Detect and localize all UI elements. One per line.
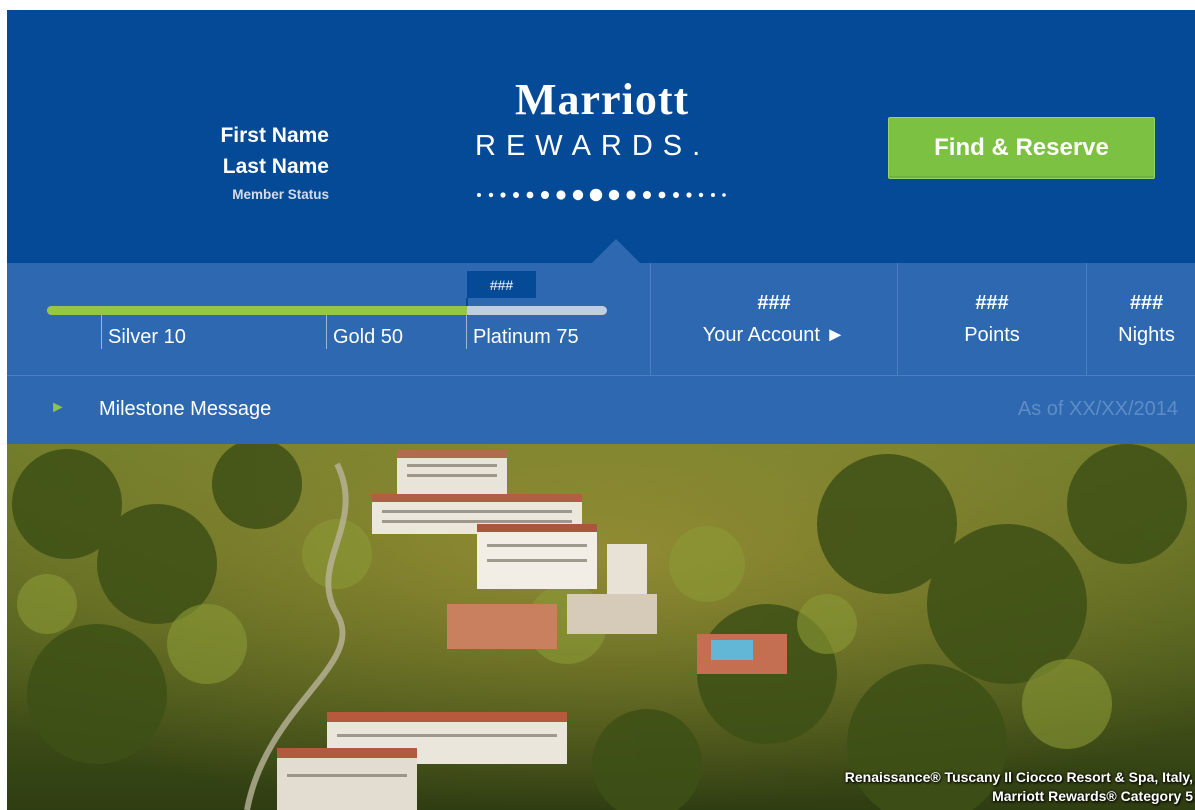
find-reserve-button[interactable]: Find & Reserve [888, 117, 1155, 179]
photo-caption: Renaissance® Tuscany Il Ciocco Resort & … [845, 768, 1193, 806]
logo-dots-icon [477, 188, 726, 202]
member-info: First Name Last Name Member Status [7, 120, 329, 202]
progress-marker-value: ### [467, 271, 536, 298]
progress-bar-track [47, 306, 607, 315]
progress-bar-fill [47, 306, 467, 315]
tier-gold: Gold 50 [326, 315, 466, 349]
tier-silver: Silver 10 [101, 315, 328, 349]
email-frame: First Name Last Name Member Status Marri… [7, 10, 1195, 810]
nights-stat: ### Nights [1086, 263, 1195, 375]
tier-platinum: Platinum 75 [466, 315, 626, 349]
logo-brand-text: Marriott [515, 75, 690, 124]
header: First Name Last Name Member Status Marri… [7, 10, 1195, 263]
points-label: Points [964, 324, 1020, 346]
points-stat: ### Points [897, 263, 1086, 375]
account-label: Your Account ► [702, 324, 846, 346]
member-last-name: Last Name [222, 155, 329, 178]
header-notch [592, 239, 640, 263]
member-first-name: First Name [220, 124, 329, 147]
milestone-bar: ► Milestone Message As of XX/XX/2014 [7, 375, 1195, 444]
as-of-date: As of XX/XX/2014 [1017, 398, 1178, 420]
nights-label: Nights [1118, 324, 1175, 346]
points-value: ### [975, 292, 1009, 314]
tier-progress: ### Silver 10 Gold 50 Platinum 75 [7, 263, 650, 375]
member-status: Member Status [232, 187, 329, 202]
stats-band: ### Silver 10 Gold 50 Platinum 75 ### Yo… [7, 263, 1195, 375]
play-arrow-icon: ► [50, 399, 66, 416]
logo-rewards-text: REWARDS. [475, 130, 711, 162]
milestone-message: Milestone Message [99, 398, 272, 420]
your-account-link[interactable]: ### Your Account ► [650, 263, 897, 375]
nights-value: ### [1129, 292, 1164, 314]
hero-resort-image[interactable]: Renaissance® Tuscany Il Ciocco Resort & … [7, 444, 1195, 810]
account-value: ### [757, 292, 791, 314]
resort-hillside-illustration [7, 444, 1195, 810]
caption-line-2: Marriott Rewards® Category 5 [992, 788, 1193, 804]
caption-line-1: Renaissance® Tuscany Il Ciocco Resort & … [844, 769, 1193, 785]
